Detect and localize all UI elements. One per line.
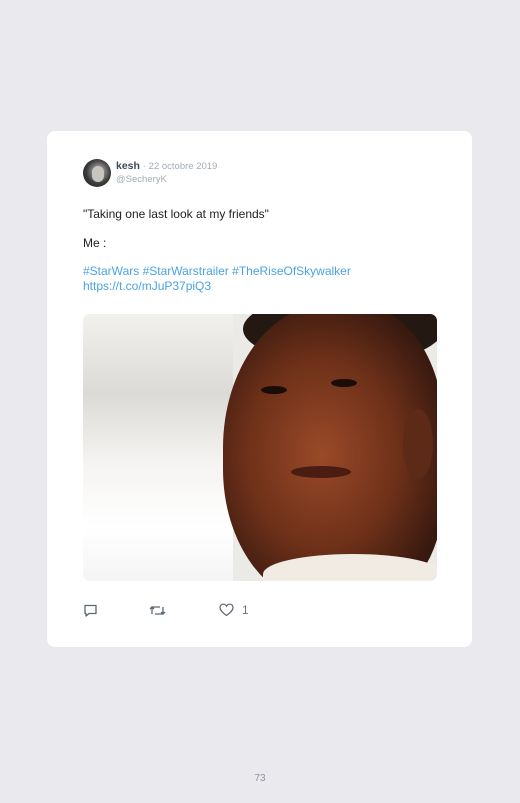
retweet-icon xyxy=(149,603,166,618)
heart-icon xyxy=(219,603,234,617)
tweet-actions: 1 xyxy=(83,601,283,621)
like-button[interactable]: 1 xyxy=(219,601,249,619)
author-handle[interactable]: @SecheryK xyxy=(116,174,167,185)
tweet-media-image[interactable] xyxy=(83,314,437,581)
tweet-text: "Taking one last look at my friends" Me … xyxy=(83,207,443,293)
separator: · xyxy=(142,161,146,172)
tweet-url-link[interactable]: https://t.co/mJuP37piQ3 xyxy=(83,279,443,294)
tweet-line-quote: "Taking one last look at my friends" xyxy=(83,207,269,221)
retweet-button[interactable] xyxy=(149,601,166,619)
reply-button[interactable] xyxy=(83,601,98,619)
tweet-card: kesh · 22 octobre 2019 @SecheryK "Taking… xyxy=(47,131,472,647)
page-number: 73 xyxy=(254,773,266,784)
tweet-line-me: Me : xyxy=(83,235,107,250)
tweet-date[interactable]: 22 octobre 2019 xyxy=(149,161,218,172)
author-line: kesh · 22 octobre 2019 xyxy=(116,160,217,172)
avatar[interactable] xyxy=(83,159,111,187)
author-name[interactable]: kesh xyxy=(116,160,140,172)
reply-icon xyxy=(83,603,98,618)
like-count: 1 xyxy=(242,603,249,617)
hashtags-link[interactable]: #StarWars #StarWarstrailer #TheRiseOfSky… xyxy=(83,264,443,279)
